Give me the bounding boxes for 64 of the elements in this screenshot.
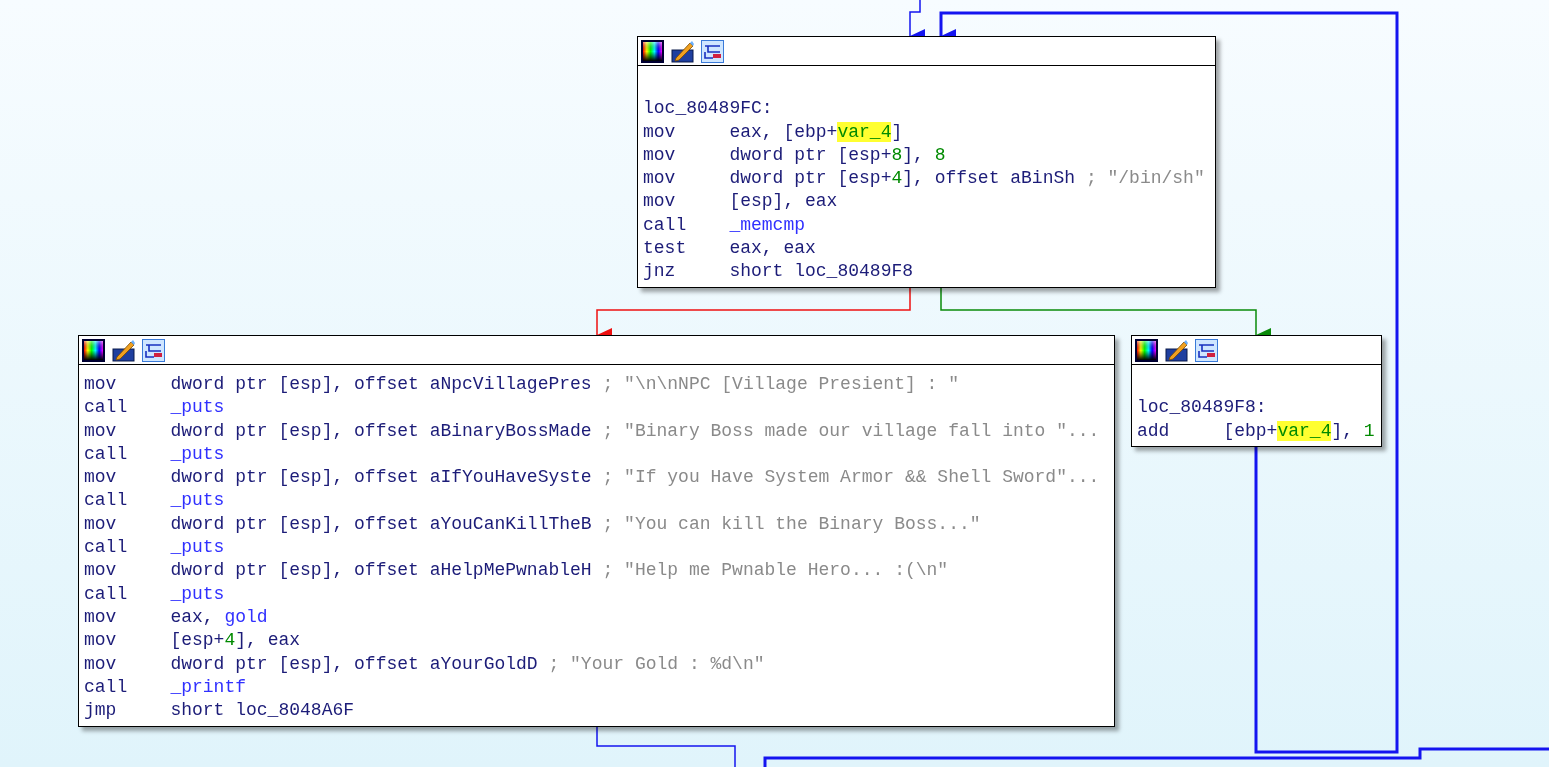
instruction-mnemonic: call bbox=[84, 676, 128, 697]
pencil-icon[interactable] bbox=[112, 338, 135, 362]
instruction-operands: _puts bbox=[170, 536, 225, 560]
instruction-mnemonic: mov bbox=[84, 374, 117, 394]
code-label: loc_80489FC: bbox=[643, 97, 773, 121]
code-comment: ; "Binary Boss made our village fall into "... bbox=[602, 419, 1100, 443]
instruction-operands: dword ptr [esp], offset aIfYouHaveSyste bbox=[170, 466, 592, 490]
instruction-operands: dword ptr [esp+8], 8 bbox=[729, 143, 946, 167]
color-palette-icon[interactable] bbox=[82, 338, 105, 362]
instruction-operands: eax, eax bbox=[729, 237, 816, 261]
instruction-operands: dword ptr [esp], offset aYouCanKillTheB bbox=[170, 512, 592, 536]
pencil-icon[interactable] bbox=[1165, 338, 1188, 362]
instruction-mnemonic: mov bbox=[84, 630, 117, 651]
code-label: loc_80489F8: bbox=[1137, 396, 1267, 420]
instruction-mnemonic: call bbox=[84, 490, 128, 511]
instruction-mnemonic: mov bbox=[643, 191, 676, 212]
instruction-mnemonic: mov bbox=[84, 467, 117, 488]
instruction-mnemonic: mov bbox=[84, 606, 117, 627]
instruction-mnemonic: call bbox=[643, 214, 687, 235]
graph-layout-icon[interactable] bbox=[1195, 338, 1218, 362]
instruction-mnemonic: mov bbox=[84, 513, 117, 534]
instruction-operands: _puts bbox=[170, 396, 225, 420]
instruction-operands: dword ptr [esp], offset aBinaryBossMade bbox=[170, 419, 592, 443]
pencil-icon[interactable] bbox=[671, 39, 694, 63]
instruction-operands: dword ptr [esp], offset aHelpMePwnableH bbox=[170, 559, 592, 583]
color-palette-icon[interactable] bbox=[1135, 338, 1158, 362]
code-comment: ; "You can kill the Binary Boss..." bbox=[602, 512, 981, 536]
instruction-operands: _printf bbox=[170, 675, 247, 699]
instruction-mnemonic: jmp bbox=[84, 700, 117, 721]
instruction-mnemonic: test bbox=[643, 238, 687, 259]
instruction-operands: [esp], eax bbox=[729, 190, 838, 214]
instruction-operands: dword ptr [esp], offset aNpcVillagePres bbox=[170, 373, 592, 396]
instruction-operands: _puts bbox=[170, 442, 225, 466]
instruction-mnemonic: mov bbox=[84, 653, 117, 674]
code-comment: ; "If you Have System Armor && Shell Sword"... bbox=[602, 466, 1100, 490]
instruction-mnemonic: mov bbox=[643, 144, 676, 165]
code-comment: ; "Your Gold : %d\n" bbox=[548, 652, 765, 676]
instruction-mnemonic: mov bbox=[643, 121, 676, 142]
instruction-operands: dword ptr [esp], offset aYourGoldD bbox=[170, 652, 538, 676]
instruction-mnemonic: call bbox=[84, 443, 128, 464]
instruction-mnemonic: mov bbox=[643, 168, 676, 189]
instruction-operands: short loc_80489F8 bbox=[729, 260, 914, 284]
instruction-operands: _memcmp bbox=[729, 213, 806, 237]
instruction-mnemonic: mov bbox=[84, 420, 117, 441]
graph-layout-icon[interactable] bbox=[142, 338, 165, 362]
color-palette-icon[interactable] bbox=[641, 39, 664, 63]
instruction-operands: _puts bbox=[170, 582, 225, 606]
instruction-operands: _puts bbox=[170, 489, 225, 513]
instruction-operands: eax, gold bbox=[170, 605, 268, 629]
instruction-operands: eax, [ebp+var_4] bbox=[729, 120, 903, 144]
code-comment: ; "Help me Pwnable Hero... :(\n" bbox=[602, 559, 949, 583]
instruction-operands: [ebp+var_4], 1 bbox=[1223, 419, 1375, 443]
code-comment: ; "\n\nNPC [Village Presient] : " bbox=[602, 373, 959, 396]
instruction-operands: short loc_8048A6F bbox=[170, 699, 355, 723]
instruction-mnemonic: call bbox=[84, 583, 128, 604]
instruction-operands: dword ptr [esp+4], offset aBinSh bbox=[729, 167, 1076, 191]
instruction-mnemonic: call bbox=[84, 397, 128, 418]
instruction-mnemonic: mov bbox=[84, 560, 117, 581]
instruction-operands: [esp+4], eax bbox=[170, 629, 301, 653]
code-comment: ; "/bin/sh" bbox=[1085, 167, 1205, 191]
graph-layout-icon[interactable] bbox=[701, 39, 724, 63]
instruction-mnemonic: add bbox=[1137, 420, 1170, 441]
instruction-mnemonic: jnz bbox=[643, 261, 676, 282]
instruction-mnemonic: call bbox=[84, 537, 128, 558]
